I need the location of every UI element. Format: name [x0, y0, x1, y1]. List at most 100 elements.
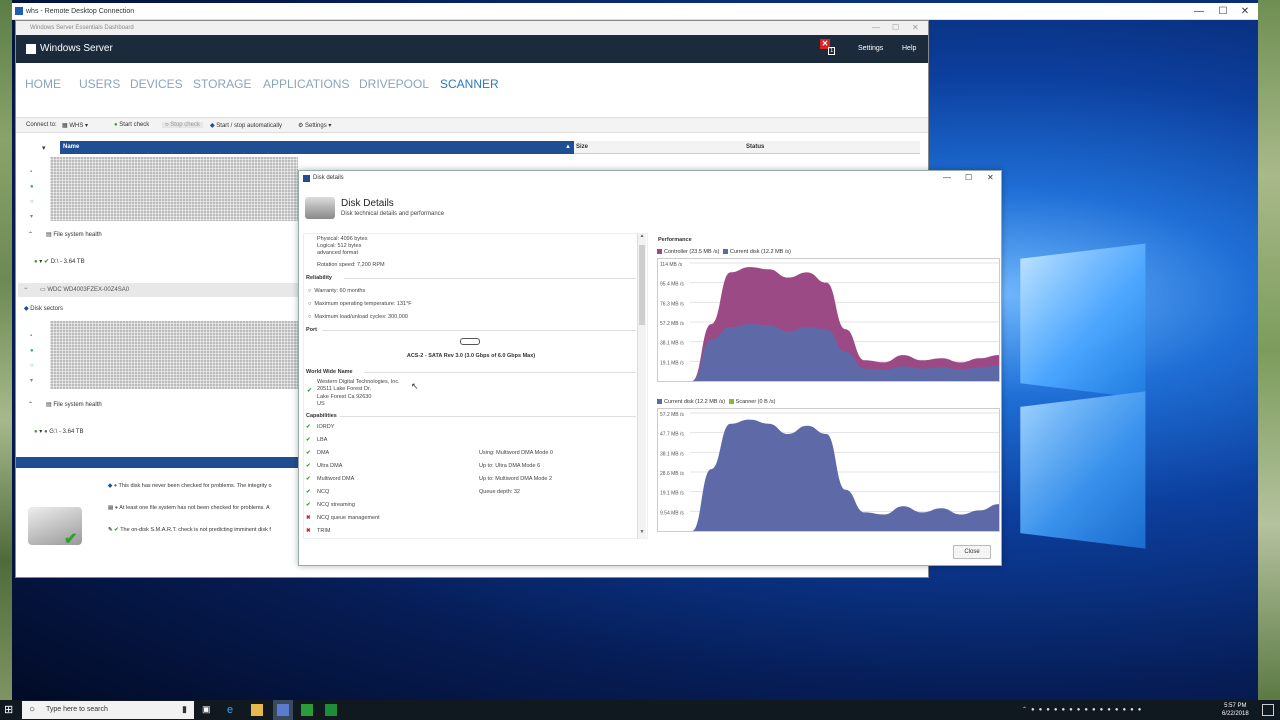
close-dialog-button[interactable]: Close	[953, 545, 991, 559]
performance-chart-bottom: 57.2 MB /s 47.7 MB /s 38.1 MB /s 28.6 MB /s…	[657, 408, 1000, 532]
start-button[interactable]: ⊞	[4, 704, 16, 716]
disk-info-pane[interactable]: Physical: 4096 bytes Logical: 512 bytes …	[303, 233, 648, 539]
server-select[interactable]: ▦ WHS ▾	[62, 122, 88, 129]
disk-sectors-row[interactable]: ◆ Disk sectors	[24, 305, 63, 312]
filter-dropdown[interactable]: ▾	[42, 144, 46, 152]
volume-row-1[interactable]: ● ▾ ✔ D:\ - 3.64 TB	[34, 258, 85, 265]
maximize-button[interactable]: ☐	[892, 23, 899, 32]
remote-desktop-icon[interactable]	[277, 704, 289, 716]
close-button[interactable]: ✕	[987, 173, 994, 182]
capability-row: ✔ IORDY	[306, 424, 640, 430]
edge-icon[interactable]: e	[227, 704, 239, 716]
column-size[interactable]: Size	[576, 144, 588, 150]
check-icon: ✔	[306, 476, 311, 482]
stop-check-button[interactable]: ○ Stop check	[162, 122, 203, 128]
sector-legend-icons: ▪ ● ○ ▾	[30, 333, 34, 384]
maximize-button[interactable]: ☐	[1212, 5, 1234, 19]
nav-applications[interactable]: APPLICATIONS	[263, 77, 349, 91]
y-tick-label: 47.7 MB /s	[660, 432, 684, 438]
capability-detail: Up to: Multiword DMA Mode 2	[479, 476, 553, 482]
hard-disk-icon	[305, 197, 335, 219]
minimize-button[interactable]: —	[872, 23, 880, 32]
check-icon: ✔	[306, 450, 311, 456]
rdp-title-bar: whs - Remote Desktop Connection — ☐ ✕	[12, 3, 1258, 20]
nav-devices[interactable]: DEVICES	[130, 77, 183, 91]
task-view-icon[interactable]: ▣	[202, 704, 214, 716]
dashboard-title-bar: Windows Server Essentials Dashboard — ☐ …	[16, 21, 928, 35]
scrollbar[interactable]: ▲ ▼	[637, 233, 646, 539]
settings-link[interactable]: Settings	[858, 45, 883, 52]
start-check-button[interactable]: ● Start check	[114, 122, 149, 128]
fs-health-row-2[interactable]: ▤ File system health	[46, 401, 102, 408]
capability-name: NCQ queue management	[317, 515, 380, 521]
nav-scanner[interactable]: SCANNER	[440, 77, 499, 91]
clock[interactable]: 5:57 PM 6/22/2018	[1222, 702, 1249, 718]
recorder-icon[interactable]	[325, 704, 337, 716]
capability-name: NCQ streaming	[317, 502, 355, 508]
help-link[interactable]: Help	[902, 45, 916, 52]
chart-legend-1: Controller (23.5 MB /s) Current disk (12…	[657, 249, 791, 255]
capability-name: TRIM	[317, 528, 331, 534]
status-message-3: ✎ ✔ The on-disk S.M.A.R.T. check is not …	[108, 527, 271, 533]
system-tray-icons[interactable]: ⌃●●●●●●●●●●●●●●●	[1022, 706, 1212, 714]
disk-collapse-icon[interactable]: −	[24, 286, 28, 292]
dialog-app-icon	[303, 175, 310, 182]
microphone-icon[interactable]: ▮	[182, 704, 187, 715]
section-reliability: Reliability	[306, 275, 332, 281]
status-message-1: ◆ ● This disk has never been checked for…	[108, 483, 272, 489]
details-band	[16, 457, 299, 468]
capability-name: Ultra DMA	[317, 463, 343, 469]
volume-row-2[interactable]: ● ▾ ● G:\ - 3.64 TB	[34, 428, 84, 435]
grid-header: Name ▲ Size Status	[60, 141, 920, 154]
column-name[interactable]: Name ▲	[60, 141, 574, 154]
logical-sector-size: Logical: 512 bytes	[317, 243, 362, 249]
stop-icon: ○	[165, 122, 169, 128]
check-icon: ✔	[306, 437, 311, 443]
header-bar: Windows Server ✕ 1 Settings Help	[16, 35, 928, 63]
taskbar-search[interactable]: ○ Type here to search ▮	[22, 701, 194, 719]
y-tick-label: 19.1 MB /s	[660, 360, 684, 366]
background-photo-edge	[1258, 0, 1280, 700]
y-tick-label: 95.4 MB /s	[660, 282, 684, 288]
capability-row: ✔ Ultra DMA Up to: Ultra DMA Mode 6	[306, 463, 640, 469]
settings-menu-button[interactable]: ⚙ Settings ▾	[298, 122, 331, 129]
close-button[interactable]: ✕	[1234, 5, 1256, 19]
performance-heading: Performance	[658, 237, 692, 243]
divider	[322, 330, 636, 331]
check-icon: ✔	[307, 388, 313, 394]
collapse-icon[interactable]: ⌃	[28, 231, 33, 238]
rotation-speed: Rotation speed: 7,200 RPM	[317, 262, 385, 268]
nav-drivepool[interactable]: DRIVEPOOL	[359, 77, 429, 91]
minimize-button[interactable]: —	[943, 173, 951, 182]
nav-storage[interactable]: STORAGE	[193, 77, 251, 91]
cross-icon: ✖	[306, 528, 311, 534]
file-explorer-icon[interactable]	[251, 704, 263, 716]
windows-logo-pane	[1020, 391, 1146, 549]
disk-row-2[interactable]: ▭ WDC WD4003FZEX-00Z4SA0	[40, 286, 129, 293]
scrollbar-thumb[interactable]	[639, 245, 645, 325]
auto-toggle-button[interactable]: ◆ Start / stop automatically	[210, 122, 282, 129]
nav-home[interactable]: HOME	[25, 77, 61, 91]
close-button[interactable]: ✕	[912, 23, 919, 32]
maximize-button[interactable]: ☐	[965, 173, 972, 182]
notifications-icon[interactable]	[1262, 704, 1274, 716]
nav-users[interactable]: USERS	[79, 77, 120, 91]
series-area-0	[692, 419, 999, 531]
collapse-icon[interactable]: ⌃	[28, 401, 33, 408]
background-photo-edge	[0, 0, 12, 700]
wwn-line: Lake Forest Ca 92630	[317, 394, 372, 400]
capability-row: ✔ LBA	[306, 437, 640, 443]
capability-row: ✔ NCQ Queue depth: 32	[306, 489, 640, 495]
rdp-window-title: whs - Remote Desktop Connection	[26, 8, 135, 15]
fs-health-row-1[interactable]: ▤ File system health	[46, 231, 102, 238]
sector-map	[50, 157, 298, 221]
minimize-button[interactable]: —	[1188, 5, 1210, 19]
mouse-cursor-icon: ↖	[411, 381, 419, 391]
check-icon: ✔	[306, 502, 311, 508]
section-wwn: World Wide Name	[306, 369, 353, 375]
legend-swatch-disk	[657, 399, 662, 405]
capabilities-list: ✔ IORDY ✔ LBA ✔ DMA Using: Multiword DMA Mode …	[306, 424, 640, 538]
camtasia-icon[interactable]	[301, 704, 313, 716]
y-tick-label: 57.2 MB /s	[660, 321, 684, 327]
column-status[interactable]: Status	[746, 144, 764, 150]
